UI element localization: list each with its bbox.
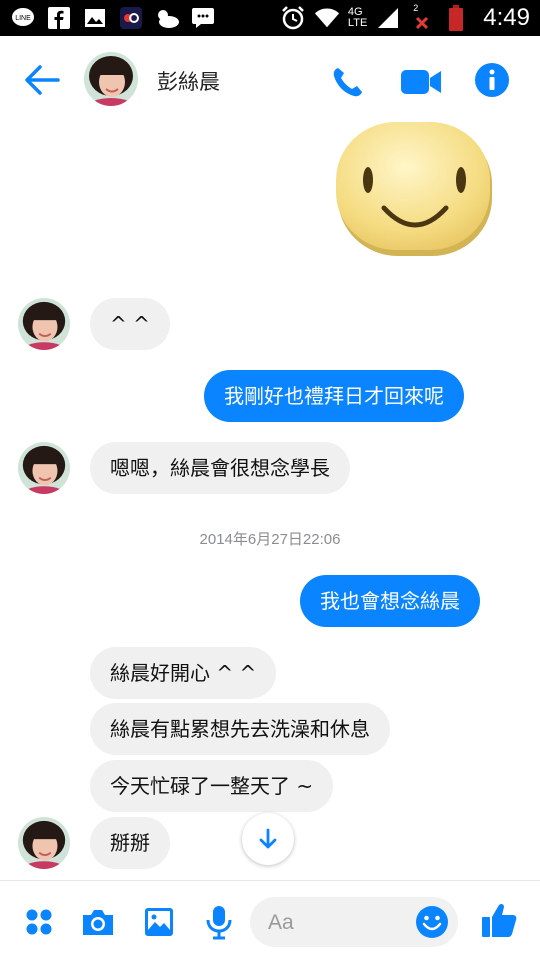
no-signal-icon: 2	[409, 3, 435, 31]
message-bubble-incoming[interactable]: 今天忙碌了一整天了 ~	[90, 760, 334, 812]
message-bubble-incoming[interactable]: 絲晨有點累想先去洗澡和休息	[90, 703, 390, 755]
image-icon[interactable]	[140, 903, 178, 941]
line-icon: LINE	[10, 5, 36, 31]
menu-dots-icon[interactable]	[20, 903, 58, 941]
info-icon[interactable]	[474, 62, 510, 98]
scroll-to-bottom-button[interactable]	[242, 813, 294, 865]
message-input[interactable]	[266, 897, 410, 949]
conversation-header: 彭絲晨	[0, 36, 540, 124]
alarm-icon	[280, 5, 306, 31]
battery-icon	[443, 5, 469, 31]
message-bubble-incoming[interactable]: 掰掰	[90, 817, 170, 869]
sender-avatar[interactable]	[18, 817, 70, 869]
phone-icon[interactable]	[330, 64, 366, 100]
network-subtype-label: LTE	[347, 17, 368, 29]
message-bubble-incoming[interactable]: ^ ^	[90, 298, 170, 350]
composer-bar	[0, 880, 540, 961]
sim-slot-label: 2	[413, 3, 419, 13]
message-bubble-incoming[interactable]: 絲晨好開心 ^ ^	[90, 647, 277, 699]
camera-icon[interactable]	[79, 903, 117, 941]
app-icon	[118, 5, 144, 31]
status-bar: LINE 4G LTE 2 4:49	[0, 0, 540, 36]
message-bubble-incoming[interactable]: 嗯嗯，絲晨會很想念學長	[90, 442, 350, 494]
thumbs-up-icon[interactable]	[480, 901, 518, 939]
message-bubble-outgoing[interactable]: 我剛好也禮拜日才回來呢	[204, 370, 464, 422]
message-timestamp: 2014年6月27日22:06	[199, 531, 341, 548]
network-type: 4G LTE	[348, 7, 367, 29]
svg-text:LINE: LINE	[15, 15, 31, 22]
back-arrow-icon[interactable]	[22, 62, 62, 98]
gallery-icon	[82, 5, 108, 31]
emoji-icon[interactable]	[414, 904, 450, 940]
contact-name[interactable]: 彭絲晨	[157, 66, 220, 96]
weather-icon	[154, 5, 180, 31]
chat-icon	[190, 5, 216, 31]
arrow-down-icon	[259, 828, 277, 849]
clock: 4:49	[483, 4, 530, 31]
smiley-sticker[interactable]	[332, 118, 498, 260]
video-icon[interactable]	[400, 66, 442, 98]
sender-avatar[interactable]	[18, 442, 70, 494]
sender-avatar[interactable]	[18, 298, 70, 350]
microphone-icon[interactable]	[200, 903, 238, 941]
wifi-icon	[314, 5, 340, 31]
signal-icon	[375, 5, 401, 31]
message-bubble-outgoing[interactable]: 我也會想念絲晨	[300, 575, 480, 627]
message-input-container	[250, 897, 458, 949]
facebook-icon	[46, 5, 72, 31]
contact-avatar[interactable]	[84, 52, 138, 106]
